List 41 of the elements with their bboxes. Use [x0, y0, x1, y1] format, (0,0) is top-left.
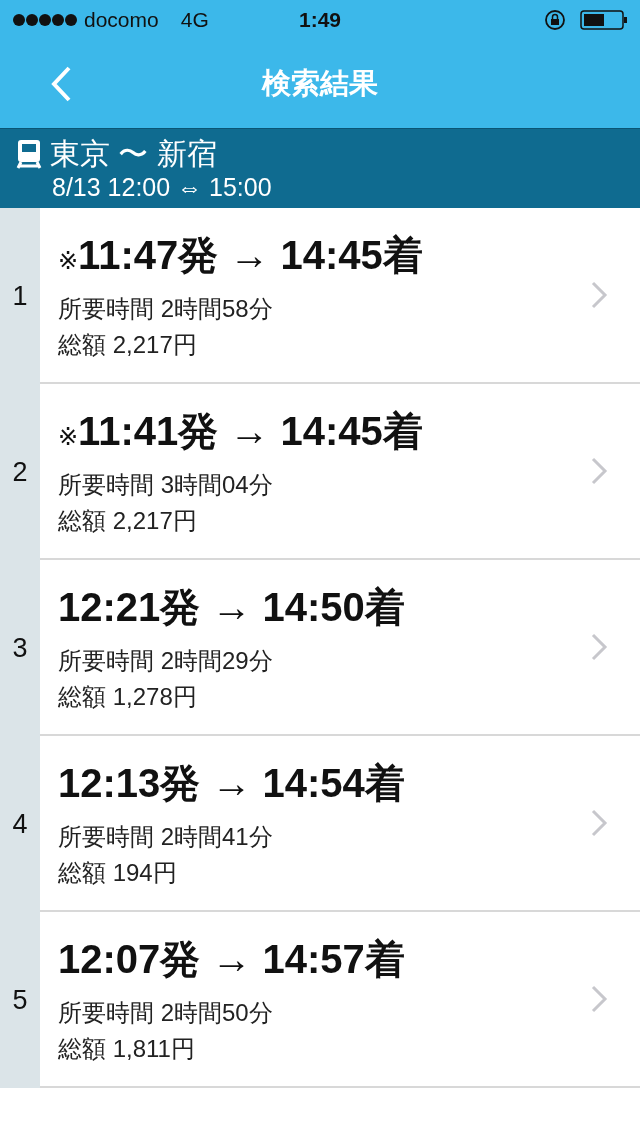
battery-icon	[580, 10, 628, 30]
rotation-lock-icon	[544, 9, 566, 31]
carrier-name: docomo	[84, 8, 159, 32]
travel-duration: 所要時間 2時間29分	[58, 645, 274, 676]
search-datetime: 8/13 12:00 ⇔ 15:00	[52, 173, 273, 202]
train-icon	[16, 139, 42, 169]
result-row[interactable]: 12:07発 → 14:57着 所要時間 2時間50分 総額 1,811円	[40, 912, 640, 1088]
result-number: 3	[0, 560, 40, 736]
result-number: 2	[0, 384, 40, 560]
result-row[interactable]: 12:21発 → 14:50着 所要時間 2時間29分 総額 1,278円	[40, 560, 640, 736]
result-number: 1	[0, 208, 40, 384]
total-fare: 総額 1,811円	[58, 1033, 196, 1064]
back-chevron-icon	[50, 65, 72, 103]
chevron-icon	[590, 456, 608, 486]
travel-duration: 所要時間 2時間41分	[58, 821, 274, 852]
result-row[interactable]: ※11:41発 → 14:45着 所要時間 3時間04分 総額 2,217円	[40, 384, 640, 560]
result-number: 5	[0, 912, 40, 1088]
total-fare: 総額 194円	[58, 857, 178, 888]
screen-title: 検索結果	[262, 66, 378, 101]
chevron-icon	[590, 280, 608, 310]
departure-arrival-times: 12:13発 → 14:54着	[58, 759, 406, 807]
departure-arrival-times: 12:21発 → 14:50着	[58, 583, 406, 631]
chevron-icon	[590, 632, 608, 662]
result-number: 4	[0, 736, 40, 912]
departure-arrival-times: ※11:41発 → 14:45着	[58, 407, 424, 455]
route-stations: 東京 〜 新宿	[50, 137, 217, 171]
total-fare: 総額 2,217円	[58, 505, 198, 536]
network-type: 4G	[180, 8, 209, 32]
departure-arrival-times: ※11:47発 → 14:45着	[58, 231, 424, 279]
travel-duration: 所要時間 2時間50分	[58, 997, 274, 1028]
chevron-icon	[590, 984, 608, 1014]
departure-arrival-times: 12:07発 → 14:57着	[58, 935, 406, 983]
result-row[interactable]: ※11:47発 → 14:45着 所要時間 2時間58分 総額 2,217円	[40, 208, 640, 384]
signal-icon	[12, 13, 78, 27]
travel-duration: 所要時間 3時間04分	[58, 469, 274, 500]
travel-duration: 所要時間 2時間58分	[58, 293, 274, 324]
chevron-icon	[590, 808, 608, 838]
total-fare: 総額 1,278円	[58, 681, 198, 712]
clock-time: 1:49	[299, 8, 341, 32]
result-row[interactable]: 12:13発 → 14:54着 所要時間 2時間41分 総額 194円	[40, 736, 640, 912]
total-fare: 総額 2,217円	[58, 329, 198, 360]
